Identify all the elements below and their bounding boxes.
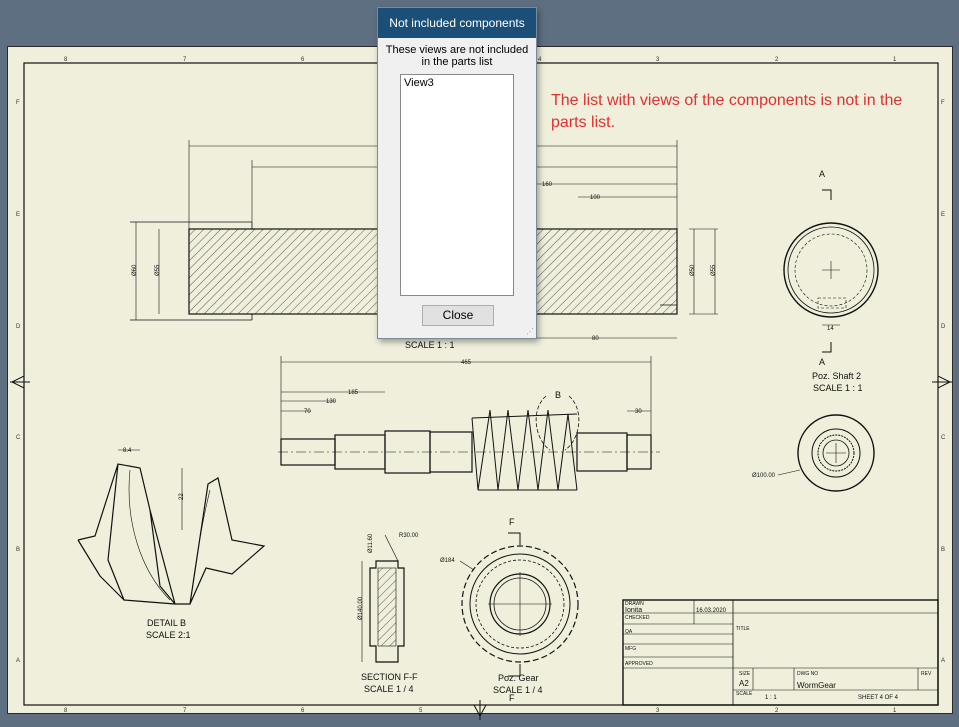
zone-number: 1 — [893, 708, 897, 714]
close-button[interactable]: Close — [422, 305, 494, 326]
zone-number: 8 — [64, 708, 68, 714]
detail-b-label: DETAIL B — [147, 618, 186, 628]
zone-number: 7 — [183, 57, 187, 63]
tb-drawn-date: 16.03.2020 — [696, 608, 727, 614]
tb-rev-label: REV — [921, 671, 932, 677]
zone-letter: F — [16, 100, 20, 106]
detail-b-scale: SCALE 2:1 — [146, 630, 191, 640]
zone-number: 6 — [301, 57, 305, 63]
zone-letter: A — [16, 658, 20, 664]
section-f-top-marker: F — [509, 517, 515, 527]
zone-letter: A — [941, 658, 945, 664]
not-included-dialog: Not included components These views are … — [377, 7, 537, 339]
zone-letter: D — [16, 324, 21, 330]
resize-grip-icon[interactable]: ⋰ — [526, 328, 534, 336]
dim-465-label: 465 — [461, 360, 472, 366]
zone-number: 8 — [64, 57, 68, 63]
worm-shaft-view — [278, 395, 660, 491]
tb-mfg-label: MFG — [625, 646, 636, 652]
section-ff-label: SECTION F-F — [361, 672, 418, 682]
worm-shaft-dimensions — [280, 356, 652, 439]
list-item[interactable]: View3 — [401, 75, 513, 91]
gear-view — [459, 532, 579, 677]
tb-checked-label: CHECKED — [625, 615, 650, 621]
dim-80-label: 80 — [592, 336, 599, 342]
zone-number: 2 — [775, 708, 779, 714]
worm-shaft-dim-labels: 465 185 130 70 30 — [304, 360, 642, 415]
tb-approved-label: APPROVED — [625, 661, 653, 667]
dim-185-label: 185 — [348, 390, 359, 396]
zone-number: 6 — [301, 708, 305, 714]
zone-letter: C — [941, 435, 946, 441]
detail-b-marker: B — [555, 390, 561, 400]
gear-label: Poz. Gear — [498, 673, 539, 683]
tb-dwg-no-value: WormGear — [797, 681, 836, 690]
zone-letter: C — [16, 435, 21, 441]
section-ff-view — [361, 534, 405, 663]
zone-letter: D — [941, 324, 946, 330]
zone-number: 3 — [656, 57, 660, 63]
section-ff-scale: SCALE 1 / 4 — [364, 684, 414, 694]
dim-70-label: 70 — [304, 409, 311, 415]
dim-dia-100-label: Ø100.00 — [752, 473, 776, 479]
dim-dia-60-label: Ø60 — [132, 264, 138, 276]
top-view-scale: SCALE 1 : 1 — [405, 340, 455, 350]
dim-8-4-label: 8.4 — [123, 448, 132, 454]
zone-number: 4 — [538, 57, 542, 63]
tb-dwg-no-label: DWG NO — [797, 671, 818, 677]
dim-dia-140-label: Ø140.00 — [358, 596, 364, 620]
dim-dia-55-label: Ø55 — [155, 264, 161, 276]
dim-22-label: 22 — [179, 493, 185, 500]
dim-dia-11-label: Ø11.60 — [368, 533, 374, 553]
dim-14-label: 14 — [827, 326, 834, 332]
zone-letter: B — [941, 547, 945, 553]
tb-drawn-name: Ionita — [625, 607, 642, 614]
dialog-title: Not included components — [378, 8, 536, 38]
dim-dia-55-right-label: Ø55 — [711, 264, 717, 276]
zone-letter: E — [16, 212, 20, 218]
zone-number: 5 — [419, 708, 423, 714]
tb-scale-value: 1 : 1 — [765, 695, 777, 701]
dim-dia-184-label: Ø184 — [440, 558, 455, 564]
views-list[interactable]: View3 — [400, 74, 514, 296]
zone-number: 7 — [183, 708, 187, 714]
zone-number: 1 — [893, 57, 897, 63]
zone-number: 2 — [775, 57, 779, 63]
dim-160-label: 160 — [542, 182, 553, 188]
tb-sheet-value: SHEET 4 OF 4 — [858, 695, 899, 701]
dialog-message: These views are not included in the part… — [385, 44, 529, 68]
title-block — [622, 599, 939, 706]
tb-scale-label: SCALE — [736, 691, 753, 697]
section-a-top-marker: A — [819, 169, 825, 179]
tb-size-value: A2 — [739, 679, 749, 688]
end-view — [777, 414, 875, 492]
dim-30-label: 30 — [635, 409, 642, 415]
tb-title-label: TITLE — [736, 626, 750, 632]
dim-130-label: 130 — [326, 399, 337, 405]
gear-scale: SCALE 1 / 4 — [493, 685, 543, 695]
zone-letter: F — [941, 100, 945, 106]
zone-letter: E — [941, 212, 945, 218]
dim-100-label: 100 — [590, 195, 601, 201]
section-a-bottom-marker: A — [819, 357, 825, 367]
tb-size-label: SIZE — [739, 671, 751, 677]
zone-number: 3 — [656, 708, 660, 714]
annotation-note: The list with views of the components is… — [551, 92, 903, 131]
shaft2-scale: SCALE 1 : 1 — [813, 383, 863, 393]
detail-b-view — [77, 449, 266, 605]
title-block-labels: DRAWN Ionita 16.03.2020 CHECKED QA MFG A… — [625, 601, 932, 701]
zone-letter: B — [16, 547, 20, 553]
dim-r30-label: R30.00 — [399, 533, 419, 539]
tb-qa-label: QA — [625, 629, 633, 635]
shaft2-label: Poz. Shaft 2 — [812, 371, 861, 381]
dim-dia-50-label: Ø50 — [690, 264, 696, 276]
